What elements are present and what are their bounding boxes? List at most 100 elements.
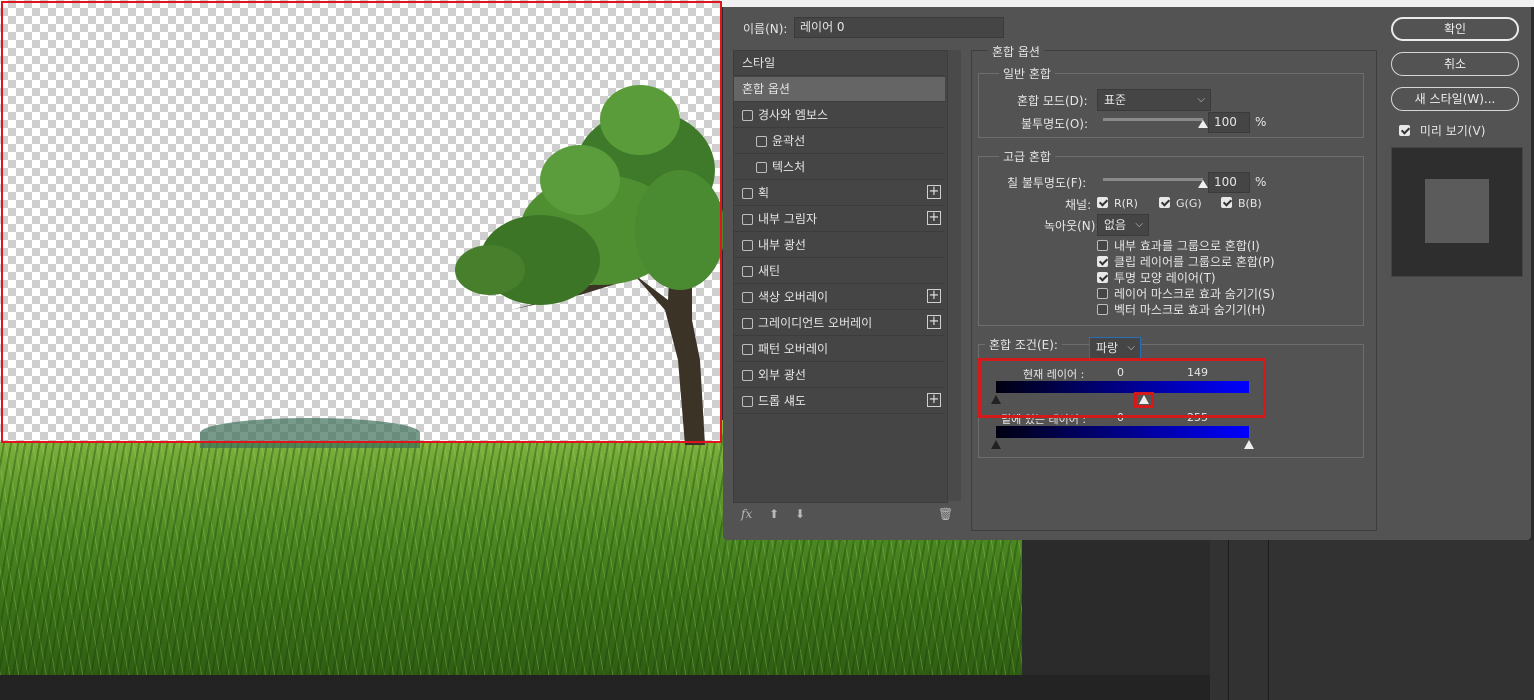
check-icon (1097, 304, 1108, 315)
chevron-down-icon: ⌵ (1197, 94, 1205, 105)
style-item[interactable]: 색상 오버레이 + (734, 285, 945, 310)
preview-checkbox[interactable]: 미리 보기(V) (1399, 122, 1485, 139)
advanced-option-label: 레이어 마스크로 효과 숨기기(S) (1114, 287, 1275, 301)
arrow-down-icon[interactable]: ⬇ (795, 507, 805, 521)
style-item-label: 경사와 엠보스 (758, 108, 829, 122)
fill-opacity-label: 칠 불투명도(F): (1007, 176, 1087, 190)
advanced-option[interactable]: 벡터 마스크로 효과 숨기기(H) (1097, 301, 1265, 318)
style-item[interactable]: 패턴 오버레이 (734, 337, 945, 362)
style-item-checkbox[interactable] (756, 136, 767, 147)
style-item[interactable]: 드롭 섀도 + (734, 389, 945, 414)
blend-if-channel-value: 파랑 (1096, 341, 1119, 355)
style-item-checkbox[interactable] (742, 240, 753, 251)
slider-highlight-box (1133, 392, 1154, 408)
name-label: 이름(N): (743, 22, 788, 36)
highlight-outline (1, 1, 722, 443)
style-item[interactable]: 그레이디언트 오버레이 + (734, 311, 945, 336)
style-item[interactable]: 새틴 (734, 259, 945, 284)
advanced-option[interactable]: 투명 모양 레이어(T) (1097, 269, 1216, 286)
style-item[interactable]: 혼합 옵션 (734, 77, 945, 102)
check-icon (1159, 197, 1170, 208)
style-item-label: 혼합 옵션 (742, 82, 790, 96)
chevron-down-icon: ⌵ (1127, 342, 1135, 353)
style-item-label: 스타일 (742, 56, 776, 70)
style-item-label: 패턴 오버레이 (758, 342, 829, 356)
check-icon (1097, 197, 1108, 208)
blending-options-title: 혼합 옵션 (988, 43, 1044, 60)
new-style-button[interactable]: 새 스타일(W)... (1391, 87, 1519, 111)
check-icon (1221, 197, 1232, 208)
name-input[interactable]: 레이어 0 (794, 17, 1004, 38)
channels-label: 채널: (1065, 198, 1092, 212)
style-item[interactable]: 경사와 엠보스 (734, 103, 945, 128)
blending-options-panel: 혼합 옵션 일반 혼합 혼합 모드(D): 표준 ⌵ 불투명도(O): 100 %… (971, 43, 1377, 531)
style-item[interactable]: 획 + (734, 181, 945, 206)
styles-scrollbar[interactable] (948, 50, 961, 501)
channels-row: R(R) G(G) B(B) (1097, 196, 1357, 212)
chevron-down-icon: ⌵ (1135, 219, 1143, 230)
style-item-label: 외부 광선 (758, 368, 806, 382)
advanced-option[interactable]: 내부 효과를 그룹으로 혼합(I) (1097, 237, 1260, 254)
knockout-select[interactable]: 없음 ⌵ (1097, 214, 1149, 236)
style-item-checkbox[interactable] (742, 266, 753, 277)
style-item[interactable]: 텍스처 (734, 155, 945, 180)
opacity-slider-knob[interactable] (1198, 120, 1208, 128)
style-item-checkbox[interactable] (742, 110, 753, 121)
add-effect-icon[interactable]: + (927, 185, 941, 199)
blend-if-channel-select[interactable]: 파랑 ⌵ (1089, 337, 1141, 359)
underlying-black-slider[interactable] (991, 440, 1001, 449)
styles-list: 스타일혼합 옵션경사와 엠보스윤곽선 텍스처 획 + 내부 그림자 + 내부 광선새틴 색상 … (733, 50, 948, 503)
blend-mode-select[interactable]: 표준 ⌵ (1097, 89, 1211, 111)
styles-footer: fx ⬆ ⬇ 🗑 (733, 507, 961, 527)
add-effect-icon[interactable]: + (927, 289, 941, 303)
style-item-label: 내부 광선 (758, 238, 806, 252)
layer-style-dialog: 이름(N): 레이어 0 스타일 혼합 옵션 경사와 엠보스 윤곽선 텍스처 획 + 내부 그… (723, 7, 1531, 540)
background-panels (1210, 540, 1534, 700)
trash-icon[interactable]: 🗑 (938, 507, 953, 521)
style-item[interactable]: 내부 그림자 + (734, 207, 945, 232)
arrow-up-icon[interactable]: ⬆ (769, 507, 779, 521)
channel-checkbox[interactable]: R(R) (1097, 196, 1138, 210)
style-item-checkbox[interactable] (742, 318, 753, 329)
advanced-option[interactable]: 클립 레이어를 그룹으로 혼합(P) (1097, 253, 1275, 270)
fx-icon[interactable]: fx (741, 507, 752, 521)
opacity-slider[interactable] (1103, 118, 1203, 121)
check-icon (1097, 256, 1108, 267)
style-item-checkbox[interactable] (742, 396, 753, 407)
blend-mode-label: 혼합 모드(D): (1017, 94, 1088, 108)
channel-label: R(R) (1114, 197, 1138, 210)
style-item-checkbox[interactable] (756, 162, 767, 173)
knockout-value: 없음 (1104, 218, 1127, 232)
add-effect-icon[interactable]: + (927, 315, 941, 329)
channel-label: B(B) (1238, 197, 1262, 210)
add-effect-icon[interactable]: + (927, 211, 941, 225)
add-effect-icon[interactable]: + (927, 393, 941, 407)
style-item-checkbox[interactable] (742, 344, 753, 355)
style-item-checkbox[interactable] (742, 292, 753, 303)
blend-if-group: 혼합 조건(E): 파랑 ⌵ 현재 레이어 : 0 149 밑에 있는 레이어 :… (978, 336, 1364, 458)
opacity-input[interactable]: 100 (1208, 112, 1250, 133)
fill-opacity-slider-knob[interactable] (1198, 180, 1208, 188)
ok-button[interactable]: 확인 (1391, 17, 1519, 41)
advanced-option[interactable]: 레이어 마스크로 효과 숨기기(S) (1097, 285, 1275, 302)
fill-opacity-unit: % (1255, 175, 1267, 189)
channel-checkbox[interactable]: B(B) (1221, 196, 1262, 210)
style-item[interactable]: 스타일 (734, 51, 945, 76)
style-item[interactable]: 외부 광선 (734, 363, 945, 388)
highlight-box (978, 358, 1266, 418)
fill-opacity-input[interactable]: 100 (1208, 172, 1250, 193)
style-item-label: 내부 그림자 (758, 212, 818, 226)
style-item-checkbox[interactable] (742, 188, 753, 199)
style-item-checkbox[interactable] (742, 370, 753, 381)
cancel-button[interactable]: 취소 (1391, 52, 1519, 76)
advanced-option-label: 벡터 마스크로 효과 숨기기(H) (1114, 303, 1266, 317)
style-item[interactable]: 내부 광선 (734, 233, 945, 258)
underlying-white-slider[interactable] (1244, 440, 1254, 449)
channel-checkbox[interactable]: G(G) (1159, 196, 1202, 210)
style-item[interactable]: 윤곽선 (734, 129, 945, 154)
style-item-checkbox[interactable] (742, 214, 753, 225)
preview-check-icon (1399, 125, 1410, 136)
check-icon (1097, 240, 1108, 251)
fill-opacity-slider[interactable] (1103, 178, 1203, 181)
advanced-blending-group: 고급 혼합 칠 불투명도(F): 100 % 채널: R(R) G(G) B(B) … (978, 148, 1364, 326)
